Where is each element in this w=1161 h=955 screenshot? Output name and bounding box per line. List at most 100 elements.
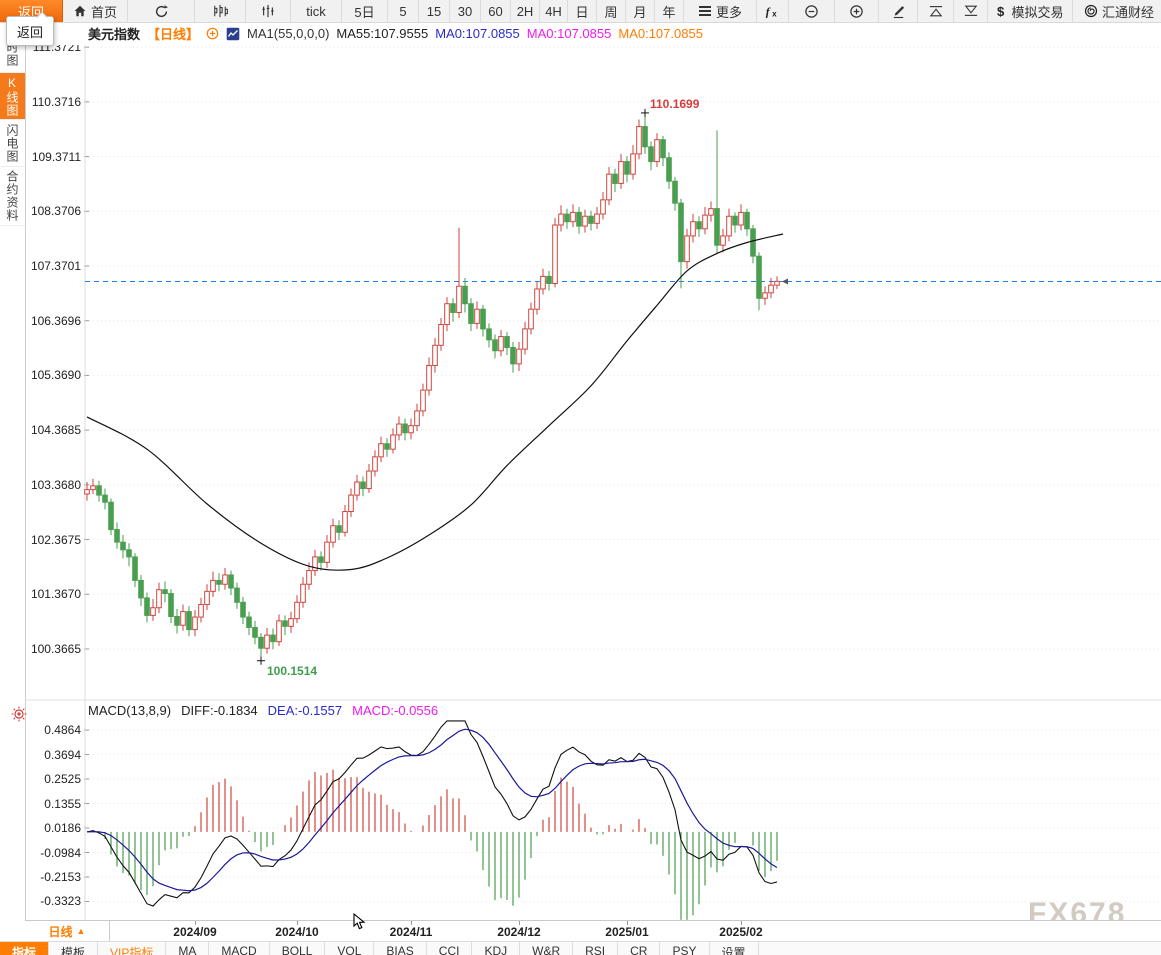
- bottom-tab-bias[interactable]: BIAS: [374, 942, 426, 955]
- chart-header: 美元指数 【日线】 MA1(55,0,0,0) MA55:107.9555 MA…: [25, 22, 1161, 45]
- bottom-tab-templates[interactable]: 模板: [49, 942, 98, 955]
- axis-tick-label: 0.4864: [25, 723, 81, 737]
- toolbar-button-period-2h[interactable]: 2H: [511, 0, 540, 22]
- x-axis-month-label: 2025/01: [595, 925, 659, 939]
- toolbar-button-volume-style[interactable]: [246, 0, 291, 22]
- x-axis-month-label: 2024/10: [265, 925, 329, 939]
- sidebar-tab-contract-info[interactable]: 合约资料: [0, 167, 25, 226]
- axis-tick-label: 106.3696: [25, 314, 81, 328]
- toolbar-label-period-5d: 5日: [354, 2, 374, 21]
- x-axis-month-label: 2024/11: [379, 925, 443, 939]
- bottom-tab-boll[interactable]: BOLL: [270, 942, 326, 955]
- toolbar-button-home[interactable]: 首页: [63, 0, 128, 22]
- toolbar-label-period-60: 60: [488, 4, 502, 19]
- toolbar-button-period-5[interactable]: 5: [388, 0, 419, 22]
- svg-text:f: f: [765, 5, 770, 18]
- ma-settings-label: MA1(55,0,0,0): [247, 26, 329, 41]
- toolbar-button-period-year[interactable]: 年: [655, 0, 684, 22]
- toolbar-label-more: 更多: [716, 2, 742, 21]
- bottom-tab-ma[interactable]: MA: [166, 942, 209, 955]
- bottom-tab-cr[interactable]: CR: [618, 942, 660, 955]
- bottom-tab-rsi[interactable]: RSI: [573, 942, 618, 955]
- axis-tick-label: 0.2525: [25, 772, 81, 786]
- axis-tick-label: 108.3706: [25, 204, 81, 218]
- axis-tick-label: 109.3711: [25, 150, 81, 164]
- x-axis-month-label: 2024/09: [163, 925, 227, 939]
- bottom-indicator-tabs: 指标模板VIP指标MAMACDBOLLVOLBIASCCIKDJW&RRSICR…: [0, 941, 1161, 955]
- svg-text:$: $: [997, 4, 1005, 18]
- toolbar-button-sim-trading[interactable]: $模拟交易: [988, 0, 1073, 22]
- macd-dea-value: DEA:-0.1557: [268, 703, 342, 718]
- toolbar-label-period-2h: 2H: [517, 4, 534, 19]
- svg-text:x: x: [772, 9, 777, 18]
- toolbar-button-period-60[interactable]: 60: [481, 0, 511, 22]
- toolbar-button-period-day[interactable]: 日: [568, 0, 597, 22]
- toolbar-label-home: 首页: [91, 2, 117, 21]
- back-tooltip-text: 返回: [17, 22, 43, 41]
- axis-tick-label: 100.3665: [25, 642, 81, 656]
- toolbar-button-period-week[interactable]: 周: [597, 0, 626, 22]
- toolbar-label-period-year: 年: [662, 2, 675, 21]
- bottom-tab-wr[interactable]: W&R: [520, 942, 573, 955]
- bottom-tab-cci[interactable]: CCI: [427, 942, 473, 955]
- axis-tick-label: 0.1355: [25, 797, 81, 811]
- toolbar-button-period-5d[interactable]: 5日: [342, 0, 388, 22]
- toolbar-button-period-30[interactable]: 30: [450, 0, 481, 22]
- macd-header: MACD(13,8,9) DIFF:-0.1834 DEA:-0.1557 MA…: [88, 703, 438, 718]
- axis-tick-label: 103.3680: [25, 478, 81, 492]
- axis-tick-label: 105.3690: [25, 368, 81, 382]
- mouse-cursor: [352, 913, 368, 936]
- toolbar-button-channel-bottom[interactable]: [954, 0, 988, 22]
- top-toolbar: 返回 首页tick5日51530602H4H日周月年更多fx$模拟交易汇通财经财…: [0, 0, 1161, 23]
- sidebar-tab-lightning-chart[interactable]: 闪电图: [0, 120, 25, 167]
- toolbar-label-period-month: 月: [633, 2, 646, 21]
- toolbar-button-refresh[interactable]: [128, 0, 195, 22]
- price-and-macd-chart: [0, 0, 1161, 955]
- toolbar-button-period-15[interactable]: 15: [419, 0, 450, 22]
- macd-diff-value: DIFF:-0.1834: [181, 703, 258, 718]
- bottom-tab-psy[interactable]: PSY: [660, 942, 709, 955]
- home-icon: [73, 4, 87, 18]
- add-circle-icon[interactable]: [206, 27, 219, 40]
- toolbar-button-huitong-finance[interactable]: 汇通财经: [1073, 0, 1161, 22]
- toolbar-button-period-4h[interactable]: 4H: [540, 0, 568, 22]
- bottom-tab-vol[interactable]: VOL: [325, 942, 374, 955]
- toolbar-button-kline-style[interactable]: [195, 0, 246, 22]
- volume-icon: [261, 4, 275, 18]
- toolbar-label-huitong-finance: 汇通财经: [1102, 2, 1154, 21]
- bottom-tab-kdj[interactable]: KDJ: [472, 942, 520, 955]
- left-sidebar: 分时图K线图闪电图合约资料: [0, 22, 26, 941]
- toolbar-label-period-5: 5: [399, 4, 406, 19]
- sidebar-tab-kline-chart[interactable]: K线图: [0, 73, 25, 120]
- spiral-icon: [1084, 4, 1098, 18]
- toolbar-button-tick[interactable]: tick: [291, 0, 342, 22]
- axis-tick-label: -0.2153: [25, 870, 81, 884]
- toolbar-button-zoom-out[interactable]: [789, 0, 835, 22]
- ma55-value: MA55:107.9555: [336, 26, 428, 41]
- indicator-settings-icon[interactable]: [11, 706, 27, 727]
- toolbar-button-draw[interactable]: [879, 0, 918, 22]
- period-selector-button[interactable]: 日线 ▲: [25, 921, 110, 941]
- axis-tick-label: 104.3685: [25, 423, 81, 437]
- toolbar-button-more[interactable]: 更多: [684, 0, 757, 22]
- x-axis-row: 日线 ▲ 2024/092024/102024/112024/122025/01…: [25, 920, 1161, 942]
- triup-icon: [928, 4, 944, 18]
- axis-tick-label: -0.3323: [25, 894, 81, 908]
- mini-chart-icon: [226, 27, 240, 41]
- high-price-annotation: 110.1699: [650, 97, 699, 111]
- bottom-tab-settings[interactable]: 设置: [710, 942, 759, 955]
- axis-tick-label: 110.3716: [25, 95, 81, 109]
- bottom-tab-macd[interactable]: MACD: [209, 942, 269, 955]
- bottom-tab-vip-indicators[interactable]: VIP指标: [98, 942, 166, 955]
- axis-tick-label: 107.3701: [25, 259, 81, 273]
- toolbar-button-period-month[interactable]: 月: [626, 0, 655, 22]
- bottom-tab-indicators[interactable]: 指标: [0, 942, 49, 955]
- zoomin-icon: [849, 4, 864, 19]
- kline-icon: [212, 4, 228, 18]
- toolbar-button-zoom-in[interactable]: [835, 0, 879, 22]
- toolbar-button-channel-top[interactable]: [918, 0, 954, 22]
- axis-tick-label: 0.0186: [25, 821, 81, 835]
- toolbar-label-period-15: 15: [427, 4, 441, 19]
- toolbar-button-formula[interactable]: fx: [757, 0, 789, 22]
- menu-icon: [698, 5, 712, 17]
